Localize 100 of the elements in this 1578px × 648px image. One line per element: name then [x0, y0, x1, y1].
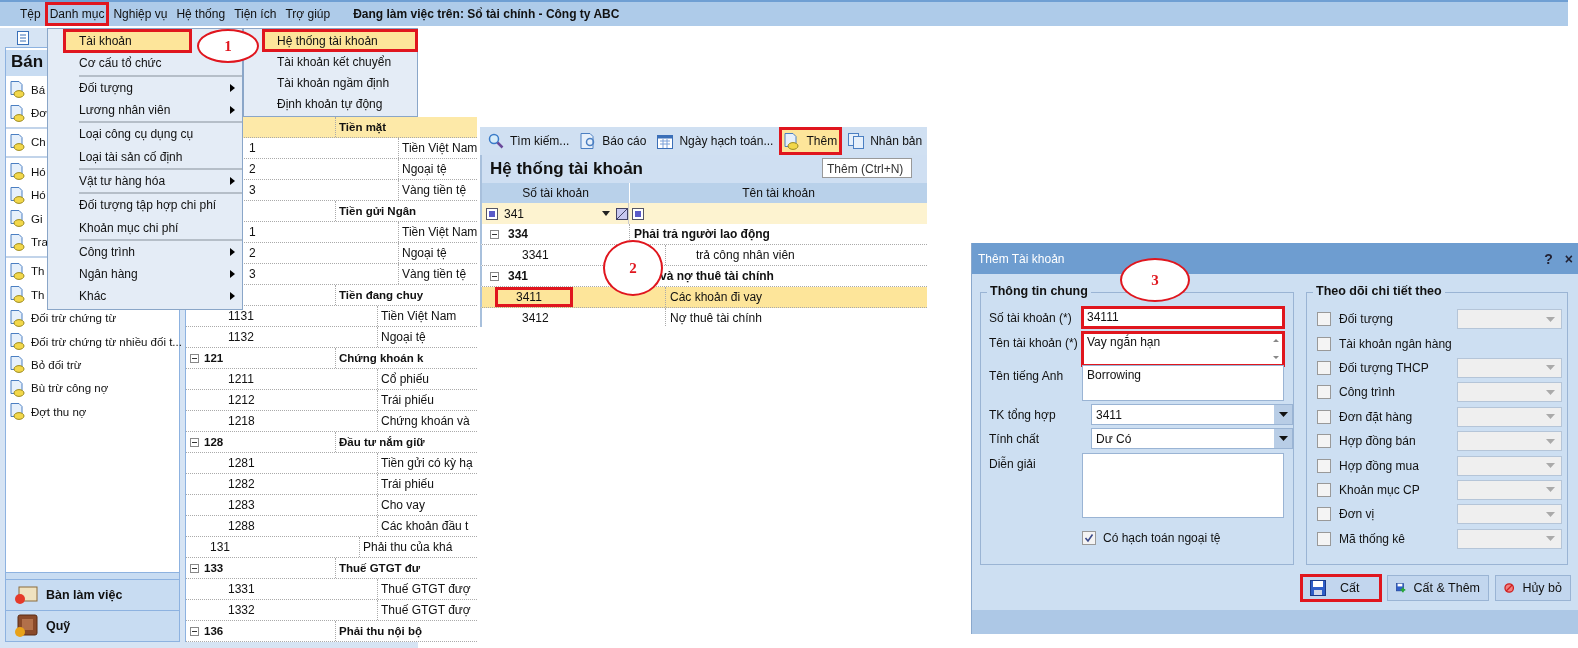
table-row[interactable]: 1332 Thuế GTGT đượ [186, 600, 478, 621]
table-row[interactable]: 3411 Các khoản đi vay [480, 287, 927, 308]
cancel-icon [1504, 580, 1515, 596]
toolbar-button[interactable]: Tìm kiếm... [484, 128, 574, 154]
splitter[interactable] [6, 572, 179, 579]
table-row[interactable]: 1218 Chứng khoán và [186, 411, 478, 432]
toolbar-button[interactable]: Báo cáo [576, 128, 651, 154]
menu-item[interactable]: Vật tư hàng hóa [79, 169, 242, 193]
combo-box[interactable] [1457, 455, 1562, 476]
menu-item[interactable]: Cơ cấu tổ chức [79, 52, 162, 75]
sidebar-item[interactable]: Hó [31, 165, 46, 178]
sidebar-item[interactable]: Gi [31, 212, 43, 225]
table-row[interactable]: 1283 Cho vay [186, 495, 478, 516]
menu-item[interactable]: Tài khoản ngầm định [263, 72, 394, 93]
dropdown-arrow-icon [1546, 487, 1555, 493]
table-row[interactable]: 133 Thuế GTGT đư [186, 558, 478, 579]
document-coin-icon [784, 132, 801, 150]
table-row[interactable]: 1211 Cổ phiếu [186, 369, 478, 390]
combo-box[interactable] [1457, 528, 1562, 549]
text-area[interactable] [1082, 453, 1284, 518]
sidebar-item[interactable]: Th [31, 265, 45, 278]
checkbox[interactable] [1317, 434, 1331, 449]
collapse-icon[interactable] [490, 271, 499, 281]
collapse-icon[interactable] [190, 563, 199, 573]
toolbar-button[interactable]: Ngày hạch toán... [653, 128, 778, 154]
menu-item[interactable]: Hệ thống tài khoản [263, 30, 417, 51]
toolbar-button[interactable]: Thêm [780, 128, 842, 154]
collapse-icon[interactable] [490, 229, 499, 239]
checkbox[interactable] [1317, 409, 1331, 424]
help-button[interactable]: ? [1544, 250, 1553, 267]
input-field[interactable]: 34111 [1082, 307, 1284, 328]
menu-item[interactable]: Tài khoản [64, 30, 191, 53]
table-row[interactable]: 128 Đầu tư nắm giữ [186, 432, 478, 453]
menu-item[interactable]: Đối tượng [79, 76, 242, 99]
menu-item[interactable]: Tài khoản kết chuyển [263, 51, 396, 72]
table-row[interactable]: 1212 Trái phiếu [186, 390, 478, 411]
dialog-button[interactable]: Cất [1301, 575, 1381, 601]
sidebar-item[interactable]: Tra [31, 236, 48, 249]
table-row[interactable]: 1132 Ngoại tệ [186, 327, 478, 348]
checkbox[interactable] [1317, 458, 1331, 473]
menu-item[interactable]: Hệ thống [172, 3, 230, 25]
menu-item[interactable]: Tiện ích [230, 3, 281, 25]
dropdown-arrow-icon[interactable] [602, 211, 610, 216]
menu-item[interactable]: Tệp [16, 3, 45, 25]
checkbox[interactable] [1317, 482, 1331, 497]
checkbox[interactable] [1317, 531, 1331, 546]
combo-box[interactable] [1457, 431, 1562, 452]
navigation-button[interactable]: Quỹ [6, 610, 179, 641]
sidebar-item[interactable]: Đơ [31, 107, 47, 120]
close-button[interactable]: × [1564, 250, 1573, 267]
combo-box[interactable] [1457, 504, 1562, 525]
checkbox[interactable] [1317, 312, 1331, 327]
table-row[interactable]: 1331 Thuế GTGT đượ [186, 579, 478, 600]
combo-box[interactable] [1457, 309, 1562, 330]
document-icon[interactable] [17, 30, 29, 45]
table-row[interactable]: 131 Phải thu của khá [186, 537, 478, 558]
sidebar-item[interactable]: Hó [31, 189, 46, 202]
collapse-icon[interactable] [190, 353, 199, 363]
navigation-button[interactable]: Bàn làm việc [6, 579, 179, 610]
menu-item[interactable]: Danh mục [45, 3, 109, 25]
combo-box[interactable] [1457, 382, 1562, 403]
text-area[interactable]: Borrowing [1082, 365, 1284, 401]
collapse-icon[interactable] [190, 437, 199, 447]
sidebar-item[interactable]: Bù trừ công nợ [31, 382, 109, 395]
sidebar-item[interactable]: Đợt thu nợ [31, 405, 87, 418]
table-row[interactable]: 1288 Các khoản đầu t [186, 516, 478, 537]
dialog-button[interactable]: Cất & Thêm [1387, 575, 1489, 601]
sidebar-item[interactable]: Th [31, 288, 45, 301]
collapse-icon[interactable] [190, 626, 199, 636]
combo-box[interactable]: 3411 [1091, 404, 1293, 425]
menu-item[interactable]: Nghiệp vụ [109, 3, 172, 25]
menu-item[interactable]: Trợ giúp [281, 3, 335, 25]
dialog-button[interactable]: Hủy bỏ [1495, 575, 1571, 601]
menu-item[interactable]: Loại tài sản cố định [79, 145, 183, 168]
sidebar-item[interactable]: Đối trừ chứng từ [31, 312, 117, 325]
sidebar-item[interactable]: Ch [31, 136, 46, 149]
table-row[interactable]: 1282 Trái phiếu [186, 474, 478, 495]
checkbox[interactable] [1317, 360, 1331, 375]
sidebar-item[interactable]: Bỏ đối trừ [31, 359, 82, 371]
sidebar-item[interactable]: Bá [31, 83, 46, 96]
checkbox[interactable] [1317, 336, 1331, 351]
table-row[interactable]: 136 Phải thu nội bộ [186, 621, 478, 642]
table-row[interactable]: 1281 Tiền gửi có kỳ hạ [186, 453, 478, 474]
table-row[interactable]: 121 Chứng khoán k [186, 348, 478, 369]
combo-box[interactable] [1457, 479, 1562, 500]
checkbox[interactable] [1317, 385, 1331, 400]
column-header[interactable]: Tên tài khoản [630, 183, 927, 203]
combo-box[interactable]: Dư Có [1091, 428, 1293, 449]
table-row[interactable]: 3412 Nợ thuê tài chính [480, 308, 927, 327]
sidebar-item[interactable]: Đối trừ chứng từ nhiều đối t... [31, 335, 182, 348]
menu-item[interactable]: Khoản mục chi phí [79, 216, 179, 239]
checkbox[interactable] [1317, 507, 1331, 522]
menu-item[interactable]: Định khoản tự động [263, 93, 387, 114]
text-area[interactable]: Vay ngắn hạn [1082, 332, 1284, 366]
checkbox[interactable] [1082, 531, 1096, 545]
combo-box[interactable] [1457, 357, 1562, 378]
combo-box[interactable] [1457, 406, 1562, 427]
toolbar-button[interactable]: Nhân bản [844, 128, 927, 154]
account-name: Đầu tư nắm giữ [339, 436, 425, 448]
clear-filter-icon[interactable] [616, 207, 628, 220]
